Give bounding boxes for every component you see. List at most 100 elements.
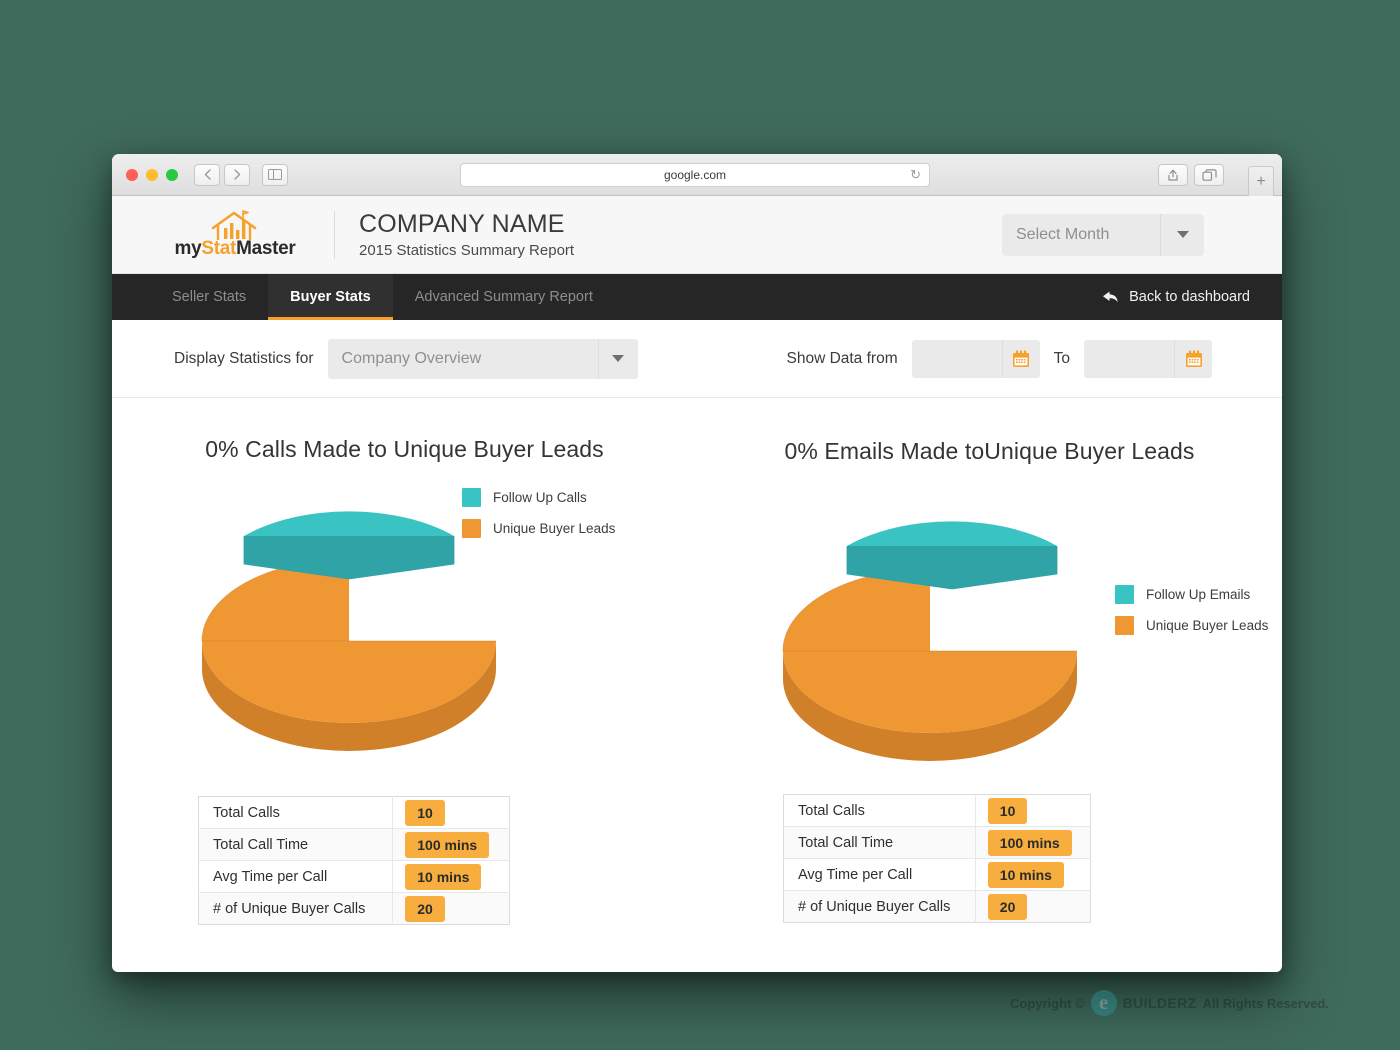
new-tab-label: + <box>1256 172 1266 190</box>
table-row: # of Unique Buyer Calls 20 <box>198 892 510 925</box>
tabs-overview-button[interactable] <box>1194 164 1224 186</box>
stat-label: Avg Time per Call <box>783 858 976 891</box>
display-statistics-label: Display Statistics for <box>174 349 314 367</box>
status-badge: 20 <box>987 893 1028 920</box>
back-button[interactable] <box>194 163 220 186</box>
legend-label-follow-up-emails: Follow Up Emails <box>1146 587 1251 602</box>
legend-label-unique-buyer-leads: Unique Buyer Leads <box>493 521 616 536</box>
display-statistics-select[interactable]: Company Overview <box>327 338 638 379</box>
legend-swatch-unique-buyer-leads <box>462 519 481 538</box>
watermark-suffix: All Rights Reserved. <box>1202 995 1329 1011</box>
legend-label-unique-buyer-leads: Unique Buyer Leads <box>1146 618 1269 633</box>
stat-value-cell: 20 <box>392 892 510 925</box>
display-statistics-value: Company Overview <box>341 349 482 367</box>
stat-value-cell: 10 <box>974 794 1091 827</box>
legend-item[interactable]: Unique Buyer Leads <box>462 519 615 538</box>
table-row: Total Call Time 100 mins <box>198 828 510 861</box>
date-from-field[interactable] <box>911 339 1040 378</box>
status-badge: 100 mins <box>405 831 490 858</box>
emails-pie-chart[interactable] <box>765 483 1095 763</box>
header-divider <box>334 210 335 259</box>
date-from-calendar-button[interactable] <box>1001 339 1040 378</box>
month-select[interactable]: Select Month <box>1002 213 1204 256</box>
tab-advanced-summary-report[interactable]: Advanced Summary Report <box>393 274 615 320</box>
tab-buyer-stats[interactable]: Buyer Stats <box>268 274 393 320</box>
app-logo[interactable]: myStatMaster <box>150 209 320 260</box>
tab-buyer-stats-label: Buyer Stats <box>290 289 371 305</box>
calls-pie-area: Follow Up Calls Unique Buyer Leads <box>112 463 697 753</box>
emails-legend: Follow Up Emails Unique Buyer Leads <box>1115 585 1268 635</box>
share-button[interactable] <box>1158 164 1188 186</box>
tab-seller-stats[interactable]: Seller Stats <box>150 274 268 320</box>
status-badge: 10 <box>987 797 1028 824</box>
logo-part-master: Master <box>236 237 296 259</box>
show-data-from-label: Show Data from <box>786 349 898 367</box>
reload-icon[interactable]: ↻ <box>910 167 921 183</box>
date-to-calendar-button[interactable] <box>1174 339 1212 378</box>
legend-item[interactable]: Follow Up Emails <box>1115 585 1268 604</box>
table-row: Total Calls 10 <box>198 796 510 829</box>
maximize-window-button[interactable] <box>166 168 178 181</box>
page-subtitle: 2015 Statistics Summary Report <box>359 242 575 259</box>
calls-panel: 0% Calls Made to Unique Buyer Leads Foll… <box>112 398 697 925</box>
browser-titlebar: google.com ↻ + <box>112 154 1282 196</box>
calls-stats-table: Total Calls 10 Total Call Time 100 mins <box>198 796 510 925</box>
stat-label: # of Unique Buyer Calls <box>798 898 951 915</box>
stat-label: Total Call Time <box>783 826 976 859</box>
table-row: Total Calls 10 <box>783 794 1091 827</box>
page-title: COMPANY NAME <box>359 210 565 238</box>
watermark-brand: BUILDERZ <box>1122 995 1197 1011</box>
legend-item[interactable]: Unique Buyer Leads <box>1115 616 1268 635</box>
watermark-prefix: Copyright © <box>1010 995 1085 1011</box>
date-to-field[interactable] <box>1084 339 1212 378</box>
legend-item[interactable]: Follow Up Calls <box>462 488 615 507</box>
browser-window: google.com ↻ + myStatMaster COMPANY NAME… <box>112 154 1282 972</box>
back-to-dashboard-label: Back to dashboard <box>1129 289 1250 305</box>
status-badge: 100 mins <box>987 829 1072 856</box>
stat-value-cell: 10 <box>392 796 510 829</box>
table-row: Avg Time per Call 10 mins <box>198 860 510 893</box>
stat-label: Avg Time per Call <box>198 860 393 893</box>
minimize-window-button[interactable] <box>146 168 158 181</box>
stat-label: Total Calls <box>783 794 976 827</box>
emails-pie-area: Follow Up Emails Unique Buyer Leads <box>697 465 1282 761</box>
month-select-value: Select Month <box>1016 225 1110 243</box>
back-arrow-icon <box>1103 291 1118 303</box>
date-range-group: Show Data from To <box>786 339 1212 378</box>
month-select-arrow[interactable] <box>1160 213 1204 256</box>
stat-label: Total Calls <box>198 796 393 829</box>
tab-advanced-summary-report-label: Advanced Summary Report <box>414 289 593 305</box>
calendar-icon <box>1185 349 1202 367</box>
report-content: 0% Calls Made to Unique Buyer Leads Foll… <box>112 398 1282 958</box>
stat-value-cell: 100 mins <box>974 826 1091 859</box>
forward-button[interactable] <box>224 163 250 186</box>
logo-wordmark: myStatMaster <box>174 238 295 260</box>
house-barchart-icon <box>211 209 257 240</box>
display-statistics-arrow[interactable] <box>597 338 638 379</box>
table-row: Total Call Time 100 mins <box>783 826 1091 859</box>
sidebar-toggle-button[interactable] <box>262 163 288 186</box>
header-titles: COMPANY NAME 2015 Statistics Summary Rep… <box>359 210 574 259</box>
emails-stats-table: Total Calls 10 Total Call Time 100 mins <box>783 794 1091 923</box>
address-bar[interactable]: google.com ↻ <box>460 163 930 187</box>
stat-value-cell: 20 <box>974 890 1091 923</box>
chevron-down-icon <box>612 355 625 362</box>
emails-chart-title: 0% Emails Made toUnique Buyer Leads <box>784 438 1195 464</box>
stat-label: # of Unique Buyer Calls <box>213 900 366 917</box>
url-text: google.com <box>663 168 727 182</box>
browser-nav-buttons <box>194 163 288 186</box>
legend-label-follow-up-calls: Follow Up Calls <box>493 490 587 505</box>
calendar-icon <box>1013 349 1030 367</box>
back-to-dashboard-link[interactable]: Back to dashboard <box>1102 274 1250 320</box>
stat-label: Total Call Time <box>198 828 393 861</box>
legend-swatch-unique-buyer-leads <box>1115 616 1134 635</box>
table-row: Avg Time per Call 10 mins <box>783 858 1091 891</box>
new-tab-button[interactable]: + <box>1248 166 1274 196</box>
close-window-button[interactable] <box>126 168 138 181</box>
sidebar-icon <box>268 169 282 180</box>
status-badge: 10 mins <box>987 861 1064 888</box>
screenshot-stage: google.com ↻ + myStatMaster COMPANY NAME… <box>0 0 1400 1050</box>
browser-actions <box>1158 164 1224 186</box>
table-row: # of Unique Buyer Calls 20 <box>783 890 1091 923</box>
chevron-down-icon <box>1176 231 1189 238</box>
